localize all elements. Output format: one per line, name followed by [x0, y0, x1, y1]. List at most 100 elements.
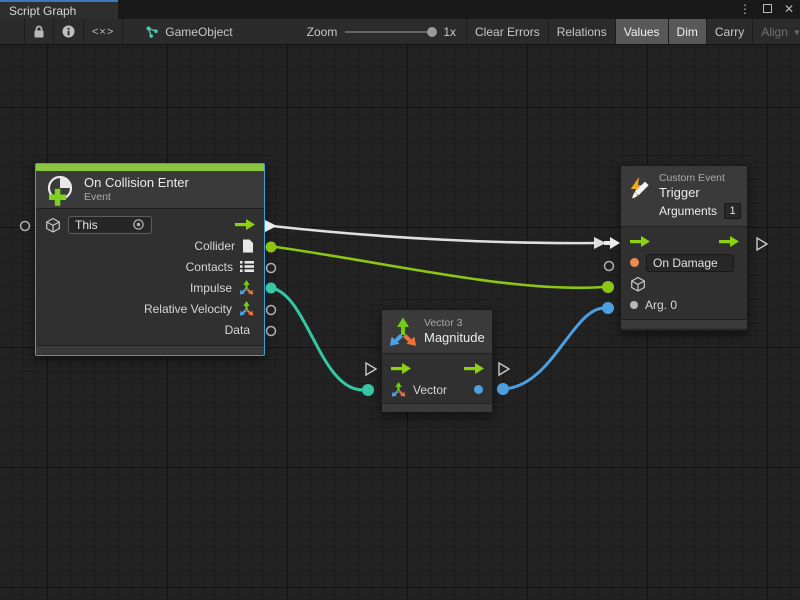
script-graph-window: Script Graph ⋮ ✕ <×> [0, 0, 800, 600]
zoom-control: Zoom 1x [273, 19, 467, 44]
port-row-target: This [36, 214, 264, 235]
control-input-arrow[interactable] [391, 363, 411, 374]
document-icon [242, 239, 254, 253]
window-titlebar: Script Graph ⋮ ✕ [0, 0, 800, 19]
control-input-arrow[interactable] [630, 236, 650, 247]
vector3-icon [391, 382, 406, 397]
align-button: Align ▼ [753, 19, 800, 44]
zoom-slider-handle[interactable] [427, 27, 437, 37]
object-picker-icon[interactable] [132, 218, 145, 231]
more-menu-icon[interactable]: ⋮ [738, 0, 752, 19]
code-view-label: <×> [92, 26, 114, 38]
carry-button[interactable]: Carry [707, 19, 753, 44]
control-output-arrow[interactable] [464, 363, 484, 374]
cube-icon [45, 217, 61, 233]
node-footer [621, 319, 747, 328]
vector3-icon [239, 301, 254, 316]
relations-button[interactable]: Relations [549, 19, 616, 44]
vector-input-port[interactable] [362, 384, 374, 396]
node-header[interactable]: Custom Event Trigger Arguments 1 [621, 166, 747, 227]
graph-toolbar: <×> GameObject Zoom 1x Clear Errors Rela… [0, 19, 800, 45]
port-row-relative-velocity[interactable]: Relative Velocity [36, 298, 264, 319]
wire-magnitude [503, 308, 604, 389]
vector3-icon [239, 280, 254, 295]
event-name-port[interactable] [605, 262, 614, 271]
impulse-port[interactable] [266, 283, 277, 294]
info-button[interactable] [54, 19, 84, 44]
magnitude-output-port[interactable] [474, 385, 483, 394]
port-row-vector[interactable]: Vector [382, 379, 492, 400]
wire-control-arrowhead [594, 237, 606, 249]
window-controls: ⋮ ✕ [738, 0, 796, 19]
cube-icon [630, 276, 646, 292]
wire-collider [276, 247, 603, 288]
node-on-collision-enter[interactable]: On Collision Enter Event This [35, 163, 265, 356]
lock-button[interactable] [24, 19, 54, 44]
node-trigger-custom-event[interactable]: Custom Event Trigger Arguments 1 [620, 165, 748, 331]
clear-errors-button[interactable]: Clear Errors [467, 19, 549, 44]
event-name-field[interactable]: On Damage [646, 254, 734, 272]
close-icon[interactable]: ✕ [782, 0, 796, 19]
node-vector3-magnitude[interactable]: Vector 3 Magnitude [381, 309, 493, 412]
node-surtitle: Custom Event [659, 172, 741, 185]
control-in-port [604, 237, 620, 249]
port-row-collider[interactable]: Collider [36, 235, 264, 256]
zoom-label: Zoom [307, 25, 338, 39]
port-row-data[interactable]: Data [36, 319, 264, 340]
graph-canvas[interactable]: On Collision Enter Event This [0, 45, 800, 600]
info-icon [62, 25, 75, 38]
control-output-arrow[interactable] [719, 236, 739, 247]
collider-port[interactable] [266, 242, 277, 253]
node-title: Trigger [659, 185, 741, 201]
chevron-down-icon: ▼ [793, 28, 800, 37]
maximize-icon[interactable] [760, 0, 774, 19]
node-header[interactable]: On Collision Enter Event [36, 171, 264, 209]
data-port[interactable] [267, 327, 276, 336]
contacts-port[interactable] [267, 264, 276, 273]
gameobject-breadcrumb[interactable]: GameObject [135, 19, 242, 44]
node-subtitle: Event [84, 191, 189, 204]
control-output-arrow[interactable] [235, 219, 255, 230]
arguments-label: Arguments [659, 203, 717, 219]
event-accent-bar [36, 164, 264, 171]
gameobject-icon [145, 25, 159, 39]
node-surtitle: Vector 3 [424, 317, 485, 330]
vector-control-in-port[interactable] [366, 363, 376, 375]
node-title: Magnitude [424, 330, 485, 346]
tab-script-graph[interactable]: Script Graph [0, 0, 118, 19]
zoom-value: 1x [443, 25, 456, 39]
magnitude-out-port[interactable] [497, 383, 509, 395]
node-title: On Collision Enter [84, 175, 189, 191]
port-row-contacts[interactable]: Contacts [36, 256, 264, 277]
values-button[interactable]: Values [616, 19, 669, 44]
node-header[interactable]: Vector 3 Magnitude [382, 310, 492, 354]
trigger-target-port[interactable] [602, 281, 614, 293]
port-row-impulse[interactable]: Impulse [36, 277, 264, 298]
trigger-control-out-port[interactable] [757, 238, 767, 250]
vector-control-out-port[interactable] [499, 363, 509, 375]
port-row-arg0[interactable]: Arg. 0 [621, 294, 747, 315]
target-field[interactable]: This [68, 216, 152, 234]
arguments-field[interactable]: 1 [724, 203, 741, 219]
port-row-event-name[interactable]: On Damage [621, 252, 747, 273]
dim-button[interactable]: Dim [669, 19, 707, 44]
node-footer [36, 345, 264, 354]
control-out-port [265, 220, 277, 232]
list-icon [240, 260, 254, 273]
gameobject-label: GameObject [165, 25, 232, 39]
event-input-port[interactable] [21, 222, 30, 231]
relative-velocity-port[interactable] [267, 306, 276, 315]
code-view-button[interactable]: <×> [84, 19, 123, 44]
node-footer [382, 403, 492, 412]
trigger-arg0-port[interactable] [602, 302, 614, 314]
zoom-slider[interactable] [345, 27, 435, 37]
wire-impulse [272, 288, 363, 390]
lock-icon [33, 25, 45, 38]
vector3-icon [388, 316, 418, 348]
wire-control [272, 226, 597, 243]
custom-event-icon [627, 175, 651, 202]
value-port[interactable] [630, 301, 638, 309]
port-row-target[interactable] [621, 273, 747, 294]
on-collision-enter-icon [44, 174, 76, 206]
string-port[interactable] [630, 258, 639, 267]
